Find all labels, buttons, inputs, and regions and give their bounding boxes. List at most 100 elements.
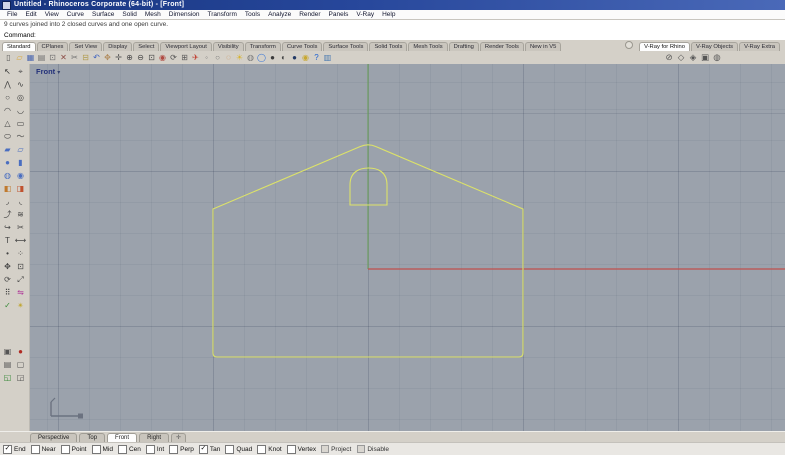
menu-item-file[interactable]: File <box>3 10 21 19</box>
vray-options-icon[interactable]: ◍ <box>711 52 723 63</box>
menu-item-help[interactable]: Help <box>378 10 399 19</box>
pan-hand-icon[interactable]: ✥ <box>102 52 113 63</box>
osnap-checkbox-int[interactable] <box>145 444 155 454</box>
light-icon[interactable]: ☀ <box>234 52 245 63</box>
surface-3pt-icon[interactable]: ▱ <box>15 144 27 156</box>
sphere-icon[interactable]: ● <box>2 157 14 169</box>
toolbar-tab-cplanes[interactable]: CPlanes <box>36 41 69 51</box>
lock-object-icon[interactable]: ◌ <box>223 52 234 63</box>
copy-icon[interactable]: ⊡ <box>47 52 58 63</box>
osnap-mid[interactable]: Mid <box>91 444 113 454</box>
toolbar-options-icon[interactable] <box>625 41 634 49</box>
toolbar-tab-mesh-tools[interactable]: Mesh Tools <box>408 41 448 51</box>
material-sphere-icon[interactable]: ● <box>267 52 278 63</box>
menu-item-transform[interactable]: Transform <box>204 10 241 19</box>
osnap-checkbox-end[interactable]: ✓ <box>3 444 12 454</box>
cut-icon[interactable]: ✂ <box>69 52 80 63</box>
toolbar-tab-render-tools[interactable]: Render Tools <box>479 41 524 51</box>
menu-item-analyze[interactable]: Analyze <box>264 10 295 19</box>
osnap-quad[interactable]: Quad <box>225 444 252 454</box>
menu-item-view[interactable]: View <box>41 10 63 19</box>
osnap-checkbox-knot[interactable] <box>257 444 267 454</box>
layer-icon[interactable]: ◍ <box>245 52 256 63</box>
viewport-menu-caret[interactable]: ▾ <box>57 70 60 76</box>
toolbar-tab-set-view[interactable]: Set View <box>69 41 103 51</box>
move-icon[interactable]: ✛ <box>113 52 124 63</box>
hide-object-icon[interactable]: ◦ <box>201 52 212 63</box>
rotate-icon[interactable]: ⟳ <box>2 274 14 286</box>
show-object-icon[interactable]: ○ <box>212 52 223 63</box>
grid-snap-icon[interactable]: ⊞ <box>179 52 190 63</box>
osnap-checkbox-vertex[interactable] <box>286 444 296 454</box>
osnap-point[interactable]: Point <box>60 444 87 454</box>
circle-3pt-icon[interactable]: ◎ <box>15 92 27 104</box>
arc-3pt-icon[interactable]: ◡ <box>15 105 27 117</box>
chamfer-icon[interactable]: ◟ <box>15 196 27 208</box>
osnap-checkbox-mid[interactable] <box>91 444 101 454</box>
menu-item-solid[interactable]: Solid <box>118 10 140 19</box>
vray-plane-icon[interactable]: ◈ <box>687 52 699 63</box>
vray-misc-icon[interactable]: ◲ <box>15 372 27 384</box>
osnap-checkbox-tan[interactable]: ✓ <box>198 444 208 454</box>
vray-object-icon[interactable]: ◇ <box>675 52 687 63</box>
osnap-knot[interactable]: Knot <box>257 444 282 454</box>
rectangle-icon[interactable]: ▭ <box>15 118 27 130</box>
surface-icon[interactable]: ▰ <box>2 144 14 156</box>
toolbar-tab-v-ray-extra[interactable]: V-Ray Extra <box>739 41 780 51</box>
osnap-cen[interactable]: Cen <box>117 444 141 454</box>
open-file-icon[interactable]: ▱ <box>14 52 25 63</box>
menu-item-edit[interactable]: Edit <box>21 10 40 19</box>
arc-icon[interactable]: ◠ <box>2 105 14 117</box>
save-icon[interactable]: ▦ <box>25 52 36 63</box>
extrude-icon[interactable]: ⤴ <box>2 209 14 221</box>
osnap-perp[interactable]: Perp <box>169 444 194 454</box>
boolean-difference-icon[interactable]: ◨ <box>15 183 27 195</box>
freeform-curve-icon[interactable]: 〜 <box>15 131 27 143</box>
zoom-in-icon[interactable]: ⊕ <box>124 52 135 63</box>
fillet-curve-icon[interactable]: ↪ <box>2 222 14 234</box>
toolbar-tab-v-ray-for-rhino[interactable]: V-Ray for Rhino <box>639 41 690 51</box>
boolean-union-icon[interactable]: ◧ <box>2 183 14 195</box>
help-icon[interactable]: ? <box>311 52 322 63</box>
toolbar-tab-viewport-layout[interactable]: Viewport Layout <box>160 41 212 51</box>
toolbar-tab-visibility[interactable]: Visibility <box>212 41 244 51</box>
osnap-checkbox-near[interactable] <box>30 444 40 454</box>
image-icon[interactable]: ▥ <box>322 52 333 63</box>
menu-item-render[interactable]: Render <box>295 10 324 19</box>
tube-icon[interactable]: ◉ <box>15 170 27 182</box>
osnap-near[interactable]: Near <box>30 444 56 454</box>
menu-item-mesh[interactable]: Mesh <box>141 10 165 19</box>
cylinder-icon[interactable]: ◍ <box>2 170 14 182</box>
title-bar[interactable]: Untitled - Rhinoceros Corporate (64-bit)… <box>0 0 785 10</box>
vray-frame-buffer-icon[interactable]: ▣ <box>699 52 711 63</box>
box-icon[interactable]: ▮ <box>15 157 27 169</box>
menu-item-panels[interactable]: Panels <box>325 10 353 19</box>
trim-icon[interactable]: ✂ <box>15 222 27 234</box>
vray-render-red-icon[interactable]: ● <box>15 346 27 358</box>
osnap-tan[interactable]: ✓ Tan <box>198 444 220 454</box>
status-button-disable[interactable]: Disable <box>357 445 389 453</box>
undo-icon[interactable]: ↶ <box>91 52 102 63</box>
vray-options-dialog-icon[interactable]: ▢ <box>15 359 27 371</box>
toolbar-tab-new-in-v5[interactable]: New in V5 <box>524 41 562 51</box>
new-file-icon[interactable]: ▯ <box>3 52 14 63</box>
osnap-checkbox-quad[interactable] <box>225 444 235 454</box>
render-icon[interactable]: ● <box>289 52 300 63</box>
loft-icon[interactable]: ≋ <box>15 209 27 221</box>
toolbar-tab-curve-tools[interactable]: Curve Tools <box>281 41 323 51</box>
menu-item-vray[interactable]: V-Ray <box>352 10 378 19</box>
properties-ball-icon[interactable]: ◯ <box>256 52 267 63</box>
vray-render-icon[interactable]: ⊘ <box>663 52 675 63</box>
sun-icon[interactable]: ◉ <box>300 52 311 63</box>
menu-item-surface[interactable]: Surface <box>88 10 118 19</box>
osnap-int[interactable]: Int <box>145 444 164 454</box>
menu-item-tools[interactable]: Tools <box>241 10 264 19</box>
toolbar-tab-transform[interactable]: Transform <box>244 41 281 51</box>
lasso-select-icon[interactable]: ⌖ <box>15 66 27 78</box>
copy-object-icon[interactable]: ⊡ <box>15 261 27 273</box>
polygon-icon[interactable]: △ <box>2 118 14 130</box>
check-icon[interactable]: ✓ <box>2 300 14 312</box>
status-button-project[interactable]: Project <box>321 445 351 453</box>
print-icon[interactable]: ▤ <box>36 52 47 63</box>
toolbar-tab-select[interactable]: Select <box>133 41 160 51</box>
